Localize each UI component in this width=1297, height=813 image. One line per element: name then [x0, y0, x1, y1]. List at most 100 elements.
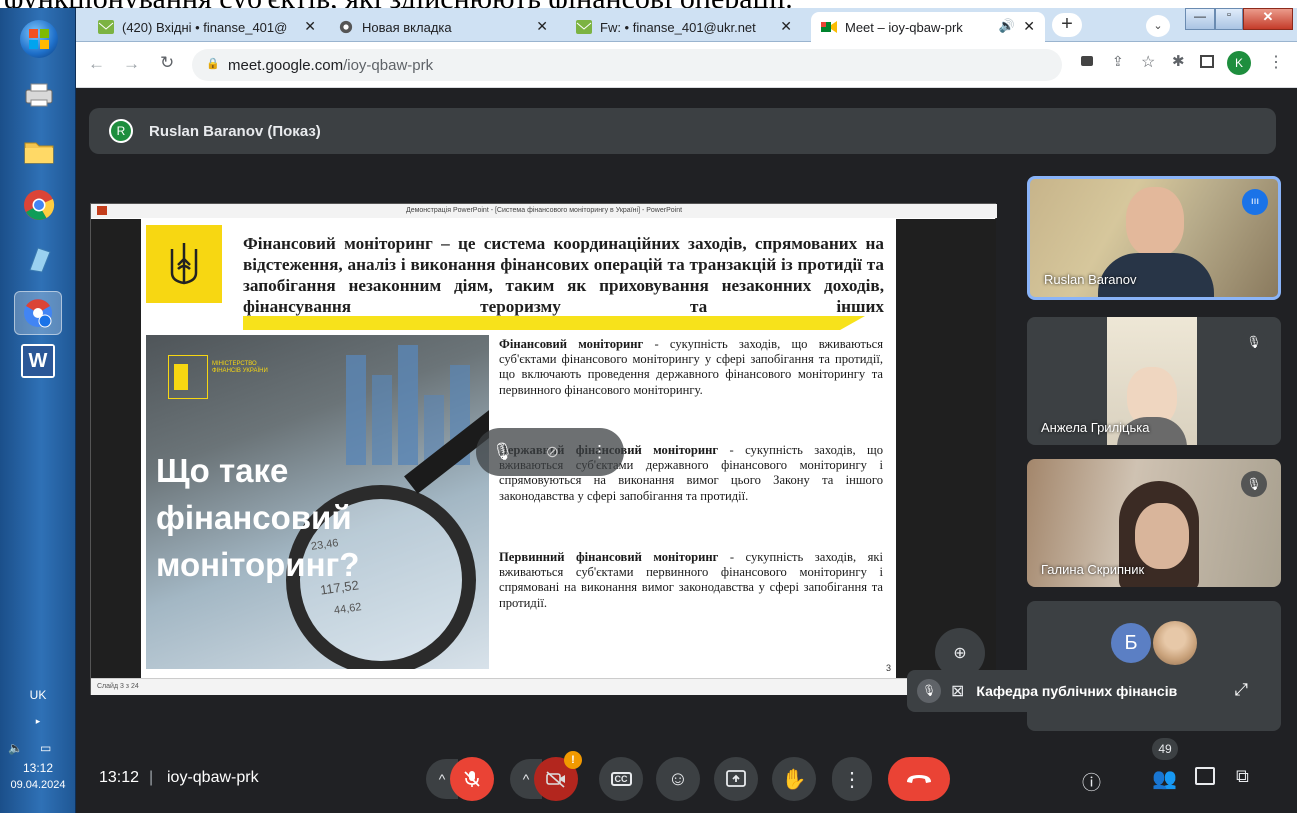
tab-meet-active[interactable]: Meet – ioy-qbaw-prk 🔊 ✕: [811, 12, 1045, 42]
captions-icon: CC: [610, 772, 632, 786]
ppt-window-title: Демонстрація PowerPoint - [Система фінан…: [91, 204, 997, 218]
trident-emblem-icon: [146, 225, 222, 303]
end-call-icon: [907, 775, 931, 783]
more-options-button[interactable]: ⋮: [832, 757, 872, 801]
new-tab-button[interactable]: +: [1052, 13, 1082, 37]
tile-overlay-controls: 🎙 ⊘ ⋮: [476, 428, 624, 476]
ppt-status-bar: Слайд 3 з 24: [91, 678, 997, 695]
maximize-button[interactable]: ▫: [1215, 8, 1243, 30]
pinned-participant-label[interactable]: 🎙 ⊠ Кафедра публічних фінансів ⤢: [907, 670, 1262, 712]
word-icon[interactable]: W: [21, 344, 55, 378]
participant-face: [1126, 187, 1184, 257]
definition-paragraph-1: Фінансовий моніторинг - сукупність заход…: [499, 337, 883, 397]
bookmark-star-icon[interactable]: ☆: [1141, 52, 1155, 72]
mail-icon: [576, 20, 592, 34]
mic-off-icon: [464, 771, 480, 787]
back-arrow-icon[interactable]: ←: [88, 54, 105, 74]
meet-stage: R Ruslan Baranov (Показ) Демонстрація Po…: [76, 88, 1297, 813]
camera-toggle-button[interactable]: !: [534, 751, 582, 801]
meeting-time: 13:12: [99, 769, 140, 786]
chrome-icon[interactable]: [20, 186, 58, 224]
reload-icon[interactable]: ↻: [160, 53, 174, 73]
present-screen-icon: [726, 770, 746, 787]
windows-logo-icon: [29, 29, 49, 49]
meeting-info-button[interactable]: ⓘ: [1082, 768, 1101, 795]
tab-title: (420) Вхідні • finanse_401@: [122, 19, 288, 35]
windows-taskbar: W UK ▸ 🔈 ▭ 13:12 09.04.2024: [0, 8, 76, 813]
forward-arrow-icon[interactable]: →: [123, 54, 140, 74]
share-icon[interactable]: ⇪: [1112, 53, 1124, 70]
slide-photo-magnifier: МІНІСТЕРСТВО ФІНАНСІВ УКРАЇНИ Що таке фі…: [146, 335, 489, 669]
close-icon[interactable]: ✕: [536, 18, 548, 35]
participant-name: Анжела Гриліцька: [1041, 420, 1150, 435]
participant-tile-anzhela[interactable]: 🎙 Анжела Гриліцька: [1027, 317, 1281, 445]
tab-mail-fw[interactable]: Fw: • finanse_401@ukr.net ✕: [566, 12, 802, 42]
close-icon[interactable]: ✕: [1023, 18, 1035, 35]
profile-avatar[interactable]: K: [1227, 51, 1251, 75]
taskbar-clock-time[interactable]: 13:12: [0, 761, 76, 775]
url-host: meet.google.com: [228, 56, 344, 74]
activities-button[interactable]: ⧉: [1236, 766, 1249, 787]
minimize-button[interactable]: —: [1185, 8, 1215, 30]
captions-button[interactable]: CC: [599, 757, 643, 801]
participant-name: Галина Скрипник: [1041, 562, 1145, 577]
tab-new-tab[interactable]: Новая вкладка ✕: [328, 12, 558, 42]
people-icon: 👥: [1152, 768, 1177, 790]
participant-tile-halyna[interactable]: 🎙 Галина Скрипник: [1027, 459, 1281, 587]
expand-icon[interactable]: ⤢: [1234, 680, 1248, 700]
notepad-icon[interactable]: [20, 240, 58, 278]
camera-in-use-icon[interactable]: [1081, 56, 1093, 66]
powerpoint-icon: [97, 206, 107, 215]
mic-toggle-button[interactable]: [450, 757, 494, 801]
definition-paragraph-3: Первинний фінансовий моніторинг - сукупн…: [499, 550, 883, 610]
chrome-tab-icon: [339, 20, 353, 34]
lock-icon[interactable]: 🔒: [206, 57, 220, 70]
extensions-puzzle-icon[interactable]: ✱: [1172, 52, 1185, 70]
start-button[interactable]: [20, 20, 58, 58]
window-controls: — ▫ ✕: [1185, 8, 1297, 32]
taskbar-clock-date[interactable]: 09.04.2024: [0, 779, 76, 791]
mic-off-icon[interactable]: 🎙: [492, 442, 514, 462]
more-options-icon[interactable]: ⋮: [591, 442, 608, 462]
more-options-icon: ⋮: [842, 768, 862, 791]
side-panel-icon[interactable]: [1200, 55, 1214, 68]
meet-control-bar: 13:12 | ioy-qbaw-prk ^ ^ ! CC ☺ ✋ ⋮ ⓘ 49…: [76, 738, 1297, 813]
heading-highlight-bar: [243, 316, 865, 330]
chat-button[interactable]: [1195, 767, 1215, 785]
mic-off-icon: 🎙: [1241, 329, 1267, 355]
tray-expand-arrow-icon[interactable]: ▸: [0, 716, 76, 727]
browser-tab-strip: (420) Вхідні • finanse_401@ ✕ Новая вкла…: [76, 8, 1297, 42]
raise-hand-button[interactable]: ✋: [772, 757, 816, 801]
mail-icon: [98, 20, 114, 34]
tab-mail-inbox[interactable]: (420) Вхідні • finanse_401@ ✕: [88, 12, 326, 42]
participant-tile-ruslan[interactable]: ııı Ruslan Baranov: [1027, 176, 1281, 300]
tab-search-chevron-down-icon[interactable]: ⌄: [1146, 15, 1170, 37]
url-omnibox[interactable]: 🔒 meet.google.com/ioy-qbaw-prk: [192, 49, 1062, 81]
audio-playing-icon[interactable]: 🔊: [999, 18, 1015, 34]
window-close-button[interactable]: ✕: [1243, 8, 1293, 30]
ministry-logo-text: МІНІСТЕРСТВО ФІНАНСІВ УКРАЇНИ: [212, 361, 268, 374]
presenter-avatar: R: [109, 119, 133, 143]
present-screen-button[interactable]: [714, 757, 758, 801]
photo-title: Що таке фінансовий моніторинг?: [156, 452, 360, 583]
volume-icon[interactable]: 🔈: [8, 741, 23, 755]
pin-off-icon[interactable]: ⊘: [546, 442, 559, 462]
meet-icon: [821, 21, 837, 33]
presenter-banner[interactable]: R Ruslan Baranov (Показ): [89, 108, 1276, 154]
network-icon[interactable]: ▭: [40, 741, 51, 755]
folder-icon[interactable]: [20, 132, 58, 170]
meeting-separator: |: [149, 769, 154, 786]
emoji-reaction-button[interactable]: ☺: [656, 757, 700, 801]
language-indicator[interactable]: UK: [0, 688, 76, 702]
chrome-profile-taskbar-icon[interactable]: [14, 291, 62, 335]
mic-off-icon: 🎙: [917, 679, 941, 703]
printer-icon[interactable]: [20, 76, 58, 114]
menu-dots-icon[interactable]: ⋮: [1268, 52, 1284, 72]
shared-screen-presentation[interactable]: Демонстрація PowerPoint - [Система фінан…: [90, 203, 997, 695]
close-icon[interactable]: ✕: [780, 18, 792, 35]
participant-avatar-initial: Б: [1111, 623, 1151, 663]
leave-call-button[interactable]: [888, 757, 950, 801]
people-count-badge: 49: [1152, 738, 1178, 760]
people-button[interactable]: 👥: [1152, 766, 1177, 791]
close-icon[interactable]: ✕: [304, 18, 316, 35]
